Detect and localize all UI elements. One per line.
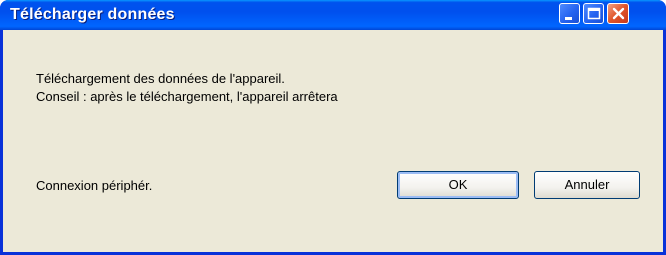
minimize-icon (565, 17, 572, 20)
window-title: Télécharger données (10, 6, 175, 23)
dialog-body: Téléchargement des données de l'appareil… (3, 30, 663, 252)
close-icon (612, 7, 625, 20)
ok-button[interactable]: OK (397, 171, 519, 199)
message-line-2: Conseil : après le téléchargement, l'app… (36, 89, 338, 104)
minimize-button[interactable] (559, 3, 580, 24)
close-button[interactable] (607, 3, 629, 24)
cancel-button[interactable]: Annuler (534, 171, 640, 199)
message-line-1: Téléchargement des données de l'appareil… (36, 71, 285, 86)
status-text: Connexion périphér. (36, 178, 153, 193)
dialog-window: Télécharger données Téléchargement des d… (0, 0, 666, 255)
maximize-icon (587, 7, 601, 20)
title-bar[interactable]: Télécharger données (0, 0, 666, 30)
maximize-button[interactable] (583, 3, 604, 24)
